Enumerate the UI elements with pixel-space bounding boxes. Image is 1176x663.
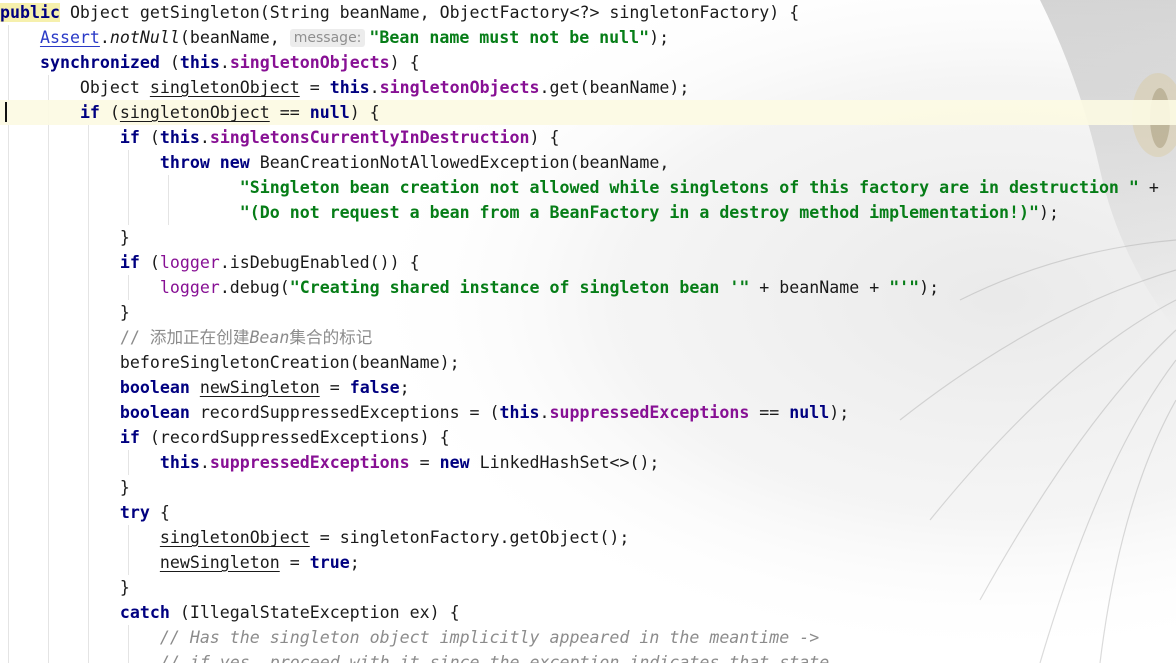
code-line[interactable]: throw new BeanCreationNotAllowedExceptio… — [0, 150, 1176, 175]
string-literal: "Singleton bean creation not allowed whi… — [239, 178, 1139, 197]
code-line[interactable]: if (logger.isDebugEnabled()) { — [0, 250, 1176, 275]
code-line[interactable]: Assert.notNull(beanName, message: "Bean n… — [0, 25, 1176, 50]
code-line-comment[interactable]: // Has the singleton object implicitly a… — [0, 625, 1176, 650]
string-literal: "'" — [889, 278, 920, 297]
code-line[interactable]: try { — [0, 500, 1176, 525]
code-line[interactable]: beforeSingletonCreation(beanName); — [0, 350, 1176, 375]
code-line[interactable]: } — [0, 225, 1176, 250]
code-line[interactable]: "(Do not request a bean from a BeanFacto… — [0, 200, 1176, 225]
code-line-comment[interactable]: // 添加正在创建Bean集合的标记 — [0, 325, 1176, 350]
code-line-current[interactable]: if (singletonObject == null) { — [0, 100, 1176, 125]
code-line[interactable]: if (this.singletonsCurrentlyInDestructio… — [0, 125, 1176, 150]
text-caret — [5, 102, 7, 122]
comment-text: Bean — [249, 328, 290, 347]
code-line[interactable]: singletonObject = singletonFactory.getOb… — [0, 525, 1176, 550]
code-editor[interactable]: public Object getSingleton(String beanNa… — [0, 0, 1176, 663]
comment-text: // if yes, proceed with it since the exc… — [159, 653, 840, 663]
code-line[interactable]: } — [0, 300, 1176, 325]
code-line[interactable]: if (recordSuppressedExceptions) { — [0, 425, 1176, 450]
assert-class-link[interactable]: Assert — [40, 28, 100, 47]
code-line[interactable]: } — [0, 575, 1176, 600]
code-line[interactable]: Object singletonObject = this.singletonO… — [0, 75, 1176, 100]
string-literal: "Bean name must not be null" — [369, 28, 650, 47]
comment-text: // 添加正在创建 — [119, 328, 250, 347]
comment-text: // Has the singleton object implicitly a… — [159, 628, 820, 647]
code-line[interactable]: this.suppressedExceptions = new LinkedHa… — [0, 450, 1176, 475]
code-line[interactable]: newSingleton = true; — [0, 550, 1176, 575]
code-line[interactable]: } — [0, 475, 1176, 500]
code-line-comment[interactable]: // if yes, proceed with it since the exc… — [0, 650, 1176, 663]
parameter-hint: message: — [289, 29, 366, 47]
comment-text: 集合的标记 — [289, 328, 373, 347]
string-literal: "(Do not request a bean from a BeanFacto… — [239, 203, 1040, 222]
code-line[interactable]: logger.debug("Creating shared instance o… — [0, 275, 1176, 300]
code-line[interactable]: catch (IllegalStateException ex) { — [0, 600, 1176, 625]
code-line[interactable]: synchronized (this.singletonObjects) { — [0, 50, 1176, 75]
code-line[interactable]: public Object getSingleton(String beanNa… — [0, 0, 1176, 25]
code-line[interactable]: "Singleton bean creation not allowed whi… — [0, 175, 1176, 200]
keyword-public: public — [0, 3, 60, 22]
code-line[interactable]: boolean newSingleton = false; — [0, 375, 1176, 400]
code-line[interactable]: boolean recordSuppressedExceptions = (th… — [0, 400, 1176, 425]
string-literal: "Creating shared instance of singleton b… — [289, 278, 750, 297]
